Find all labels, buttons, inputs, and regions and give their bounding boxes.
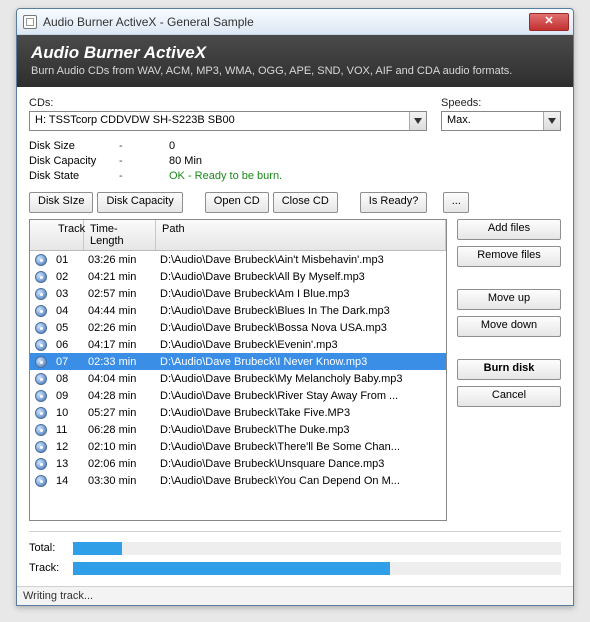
disc-icon [35, 373, 47, 385]
cds-combo[interactable]: H: TSSTcorp CDDVDW SH-S223B SB00 [29, 111, 427, 131]
disc-icon [35, 424, 47, 436]
disk-info-row: Disk Capacity-80 Min [29, 154, 561, 169]
col-time[interactable]: Time-Length [84, 220, 156, 250]
table-row[interactable]: 1106:28 minD:\Audio\Dave Brubeck\The Duk… [30, 421, 446, 438]
track-label: Track: [29, 562, 73, 574]
is-ready-button[interactable]: Is Ready? [360, 192, 428, 213]
speeds-label: Speeds: [441, 97, 561, 109]
disc-icon [35, 390, 47, 402]
tracks-list[interactable]: Track Time-Length Path 0103:26 minD:\Aud… [29, 219, 447, 521]
status-bar: Writing track... [17, 586, 573, 605]
disc-icon [35, 305, 47, 317]
table-row[interactable]: 0404:44 minD:\Audio\Dave Brubeck\Blues I… [30, 302, 446, 319]
titlebar: Audio Burner ActiveX - General Sample ✕ [17, 9, 573, 35]
header-subtitle: Burn Audio CDs from WAV, ACM, MP3, WMA, … [31, 65, 559, 77]
open-cd-button[interactable]: Open CD [205, 192, 269, 213]
disk-capacity-button[interactable]: Disk Capacity [97, 192, 182, 213]
table-row[interactable]: 0103:26 minD:\Audio\Dave Brubeck\Ain't M… [30, 251, 446, 268]
disk-info: Disk Size-0Disk Capacity-80 MinDisk Stat… [29, 139, 561, 184]
disc-icon [35, 356, 47, 368]
table-row[interactable]: 0302:57 minD:\Audio\Dave Brubeck\Am I Bl… [30, 285, 446, 302]
disc-icon [35, 322, 47, 334]
table-row[interactable]: 0804:04 minD:\Audio\Dave Brubeck\My Mela… [30, 370, 446, 387]
total-progress [73, 542, 561, 555]
disc-icon [35, 475, 47, 487]
speeds-combo[interactable]: Max. [441, 111, 561, 131]
move-up-button[interactable]: Move up [457, 289, 561, 310]
disc-icon [35, 271, 47, 283]
speeds-value: Max. [442, 112, 543, 130]
table-row[interactable]: 0702:33 minD:\Audio\Dave Brubeck\I Never… [30, 353, 446, 370]
table-row[interactable]: 1005:27 minD:\Audio\Dave Brubeck\Take Fi… [30, 404, 446, 421]
cancel-button[interactable]: Cancel [457, 386, 561, 407]
disk-size-button[interactable]: Disk SIze [29, 192, 93, 213]
table-row[interactable]: 0502:26 minD:\Audio\Dave Brubeck\Bossa N… [30, 319, 446, 336]
close-button[interactable]: ✕ [529, 13, 569, 31]
toolbar: Disk SIze Disk Capacity Open CD Close CD… [29, 192, 561, 213]
track-progress [73, 562, 561, 575]
add-files-button[interactable]: Add files [457, 219, 561, 240]
cds-value: H: TSSTcorp CDDVDW SH-S223B SB00 [30, 112, 409, 130]
chevron-down-icon[interactable] [543, 112, 560, 130]
table-row[interactable]: 1302:06 minD:\Audio\Dave Brubeck\Unsquar… [30, 455, 446, 472]
list-header: Track Time-Length Path [30, 220, 446, 251]
total-label: Total: [29, 542, 73, 554]
table-row[interactable]: 0904:28 minD:\Audio\Dave Brubeck\River S… [30, 387, 446, 404]
close-cd-button[interactable]: Close CD [273, 192, 338, 213]
header: Audio Burner ActiveX Burn Audio CDs from… [17, 35, 573, 87]
app-window: Audio Burner ActiveX - General Sample ✕ … [16, 8, 574, 606]
disc-icon [35, 254, 47, 266]
disc-icon [35, 441, 47, 453]
table-row[interactable]: 0604:17 minD:\Audio\Dave Brubeck\Evenin'… [30, 336, 446, 353]
table-row[interactable]: 0204:21 minD:\Audio\Dave Brubeck\All By … [30, 268, 446, 285]
remove-files-button[interactable]: Remove files [457, 246, 561, 267]
move-down-button[interactable]: Move down [457, 316, 561, 337]
disc-icon [35, 288, 47, 300]
burn-disk-button[interactable]: Burn disk [457, 359, 561, 380]
disk-info-row: Disk Size-0 [29, 139, 561, 154]
table-row[interactable]: 1403:30 minD:\Audio\Dave Brubeck\You Can… [30, 472, 446, 489]
cds-label: CDs: [29, 97, 427, 109]
chevron-down-icon[interactable] [409, 112, 426, 130]
disc-icon [35, 458, 47, 470]
window-title: Audio Burner ActiveX - General Sample [43, 15, 529, 29]
disc-icon [35, 407, 47, 419]
progress-area: Total: Track: [29, 531, 561, 580]
side-buttons: Add files Remove files Move up Move down… [457, 219, 561, 521]
disc-icon [35, 339, 47, 351]
col-track[interactable]: Track [52, 220, 84, 250]
app-icon [23, 15, 37, 29]
more-button[interactable]: ... [443, 192, 469, 213]
header-title: Audio Burner ActiveX [31, 43, 559, 63]
col-path[interactable]: Path [156, 220, 446, 250]
disk-info-row: Disk State-OK - Ready to be burn. [29, 169, 561, 184]
table-row[interactable]: 1202:10 minD:\Audio\Dave Brubeck\There'l… [30, 438, 446, 455]
